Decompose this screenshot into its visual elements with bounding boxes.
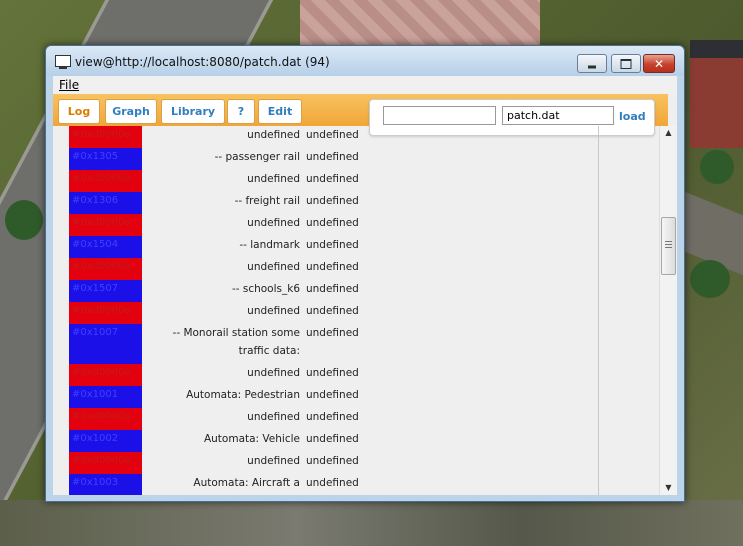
menu-bar: File: [53, 76, 677, 94]
maximize-button[interactable]: [611, 54, 641, 73]
window-title: view@http://localhost:8080/patch.dat (94…: [75, 55, 330, 69]
tree: [700, 150, 734, 184]
log-row-value: undefined: [306, 327, 359, 339]
log-row-value: undefined: [306, 433, 359, 445]
log-row-id: #0xd0000a: [69, 126, 142, 148]
log-row: #0x1007 -- Monorail station some traffic …: [53, 324, 598, 364]
log-row-value: undefined: [306, 367, 359, 379]
log-row-value: undefined: [306, 239, 359, 251]
log-row: #0xd0000a undefined undefined: [53, 452, 598, 474]
tab-log[interactable]: Log: [58, 99, 100, 124]
log-row-value: undefined: [306, 455, 359, 467]
log-row-value: undefined: [306, 477, 359, 489]
log-row-value: undefined: [306, 389, 359, 401]
app-window: view@http://localhost:8080/patch.dat (94…: [45, 45, 685, 502]
log-row-id: #0xd0000a: [69, 364, 142, 386]
tab-graph[interactable]: Graph: [105, 99, 157, 124]
tab-help[interactable]: ?: [227, 99, 255, 124]
log-row: #0x1002 Automata: Vehicle undefined: [53, 430, 598, 452]
log-row-value: undefined: [306, 261, 359, 273]
log-row-id: #0x1504: [69, 236, 142, 258]
menu-file[interactable]: File: [59, 78, 79, 92]
computer-icon: [55, 55, 71, 69]
log-row-id: #0xd0000a: [69, 258, 142, 280]
city-street: [0, 500, 743, 546]
filename-input[interactable]: [502, 106, 614, 125]
log-row-id: #0x1305: [69, 148, 142, 170]
log-row-value: undefined: [306, 305, 359, 317]
log-row-description: -- landmark: [239, 239, 300, 251]
vertical-scrollbar[interactable]: ▲ ▼: [659, 126, 677, 495]
log-row-value: undefined: [306, 195, 359, 207]
close-icon: ✕: [653, 56, 665, 71]
log-row-id: #0x1002: [69, 430, 142, 452]
scroll-down-icon[interactable]: ▼: [660, 481, 677, 495]
log-row-description: -- freight rail: [234, 195, 300, 207]
log-row-description: undefined: [247, 455, 300, 467]
minimize-button[interactable]: [577, 54, 607, 73]
log-row-id: #0xd0000a: [69, 452, 142, 474]
log-row-id: #0x1507: [69, 280, 142, 302]
log-row: #0x1001 Automata: Pedestrian undefined: [53, 386, 598, 408]
log-row-value: undefined: [306, 151, 359, 163]
log-row-value: undefined: [306, 129, 359, 141]
log-row-value: undefined: [306, 411, 359, 423]
log-row-value: undefined: [306, 217, 359, 229]
log-row: #0x1504 -- landmark undefined: [53, 236, 598, 258]
tree: [5, 200, 43, 240]
log-row-description: Automata: Aircraft a buildings: [193, 477, 300, 489]
load-link[interactable]: load: [619, 110, 646, 123]
log-row: #0xd0000a undefined undefined: [53, 170, 598, 192]
log-row-description: undefined: [247, 217, 300, 229]
url-input[interactable]: [383, 106, 496, 125]
log-row: #0xd0000a undefined undefined: [53, 364, 598, 386]
log-row-description: undefined: [247, 367, 300, 379]
log-row-value: undefined: [306, 283, 359, 295]
scroll-thumb[interactable]: [661, 217, 676, 275]
tree: [690, 260, 730, 298]
title-bar[interactable]: view@http://localhost:8080/patch.dat (94…: [46, 46, 684, 76]
minimize-icon: [588, 65, 596, 68]
log-row-description: undefined: [247, 411, 300, 423]
close-button[interactable]: ✕: [643, 54, 675, 73]
log-row-id: #0xd0000a: [69, 214, 142, 236]
log-row-description: Automata: Vehicle: [203, 433, 300, 445]
log-row: #0x1507 -- schools_k6 undefined: [53, 280, 598, 302]
log-row: #0xd0000a undefined undefined: [53, 214, 598, 236]
tab-edit[interactable]: Edit: [258, 99, 302, 124]
log-row-id: #0xd0000a: [69, 170, 142, 192]
toolbar: Log Graph Library ? Edit load: [53, 94, 668, 136]
log-row-id: #0x1003: [69, 474, 142, 495]
log-row-description: undefined: [247, 305, 300, 317]
log-row-description: -- passenger rail: [214, 151, 300, 163]
log-row-value: undefined: [306, 173, 359, 185]
building: [690, 40, 743, 148]
log-row: #0x1306 -- freight rail undefined: [53, 192, 598, 214]
log-row-description: undefined: [247, 261, 300, 273]
log-row-description: undefined: [247, 129, 300, 141]
log-row-id: #0x1007: [69, 324, 142, 364]
log-row: #0xd0000a undefined undefined: [53, 258, 598, 280]
plaza: [300, 0, 540, 46]
log-row-id: #0xd0000a: [69, 302, 142, 324]
log-row-description: -- Monorail station some traffic data:: [172, 327, 300, 357]
scroll-up-icon[interactable]: ▲: [660, 126, 677, 140]
log-row-description: -- schools_k6: [231, 283, 300, 295]
log-row: #0x1305 -- passenger rail undefined: [53, 148, 598, 170]
log-row-id: #0x1001: [69, 386, 142, 408]
log-row: #0xd0000a undefined undefined: [53, 408, 598, 430]
column-divider: [598, 126, 599, 495]
log-row-description: Automata: Pedestrian: [186, 389, 300, 401]
log-list[interactable]: #0xd0000a undefined undefined #0x1305 -- pas…: [53, 126, 644, 495]
client-area: Log Graph Library ? Edit load #0xd0000a u…: [53, 94, 677, 495]
maximize-icon: [620, 58, 632, 69]
log-row-id: #0xd0000a: [69, 408, 142, 430]
log-row: #0x1003 Automata: Aircraft a buildings und…: [53, 474, 598, 495]
tab-library[interactable]: Library: [161, 99, 225, 124]
log-row: #0xd0000a undefined undefined: [53, 126, 598, 148]
log-row-id: #0x1306: [69, 192, 142, 214]
log-row: #0xd0000a undefined undefined: [53, 302, 598, 324]
log-row-description: undefined: [247, 173, 300, 185]
